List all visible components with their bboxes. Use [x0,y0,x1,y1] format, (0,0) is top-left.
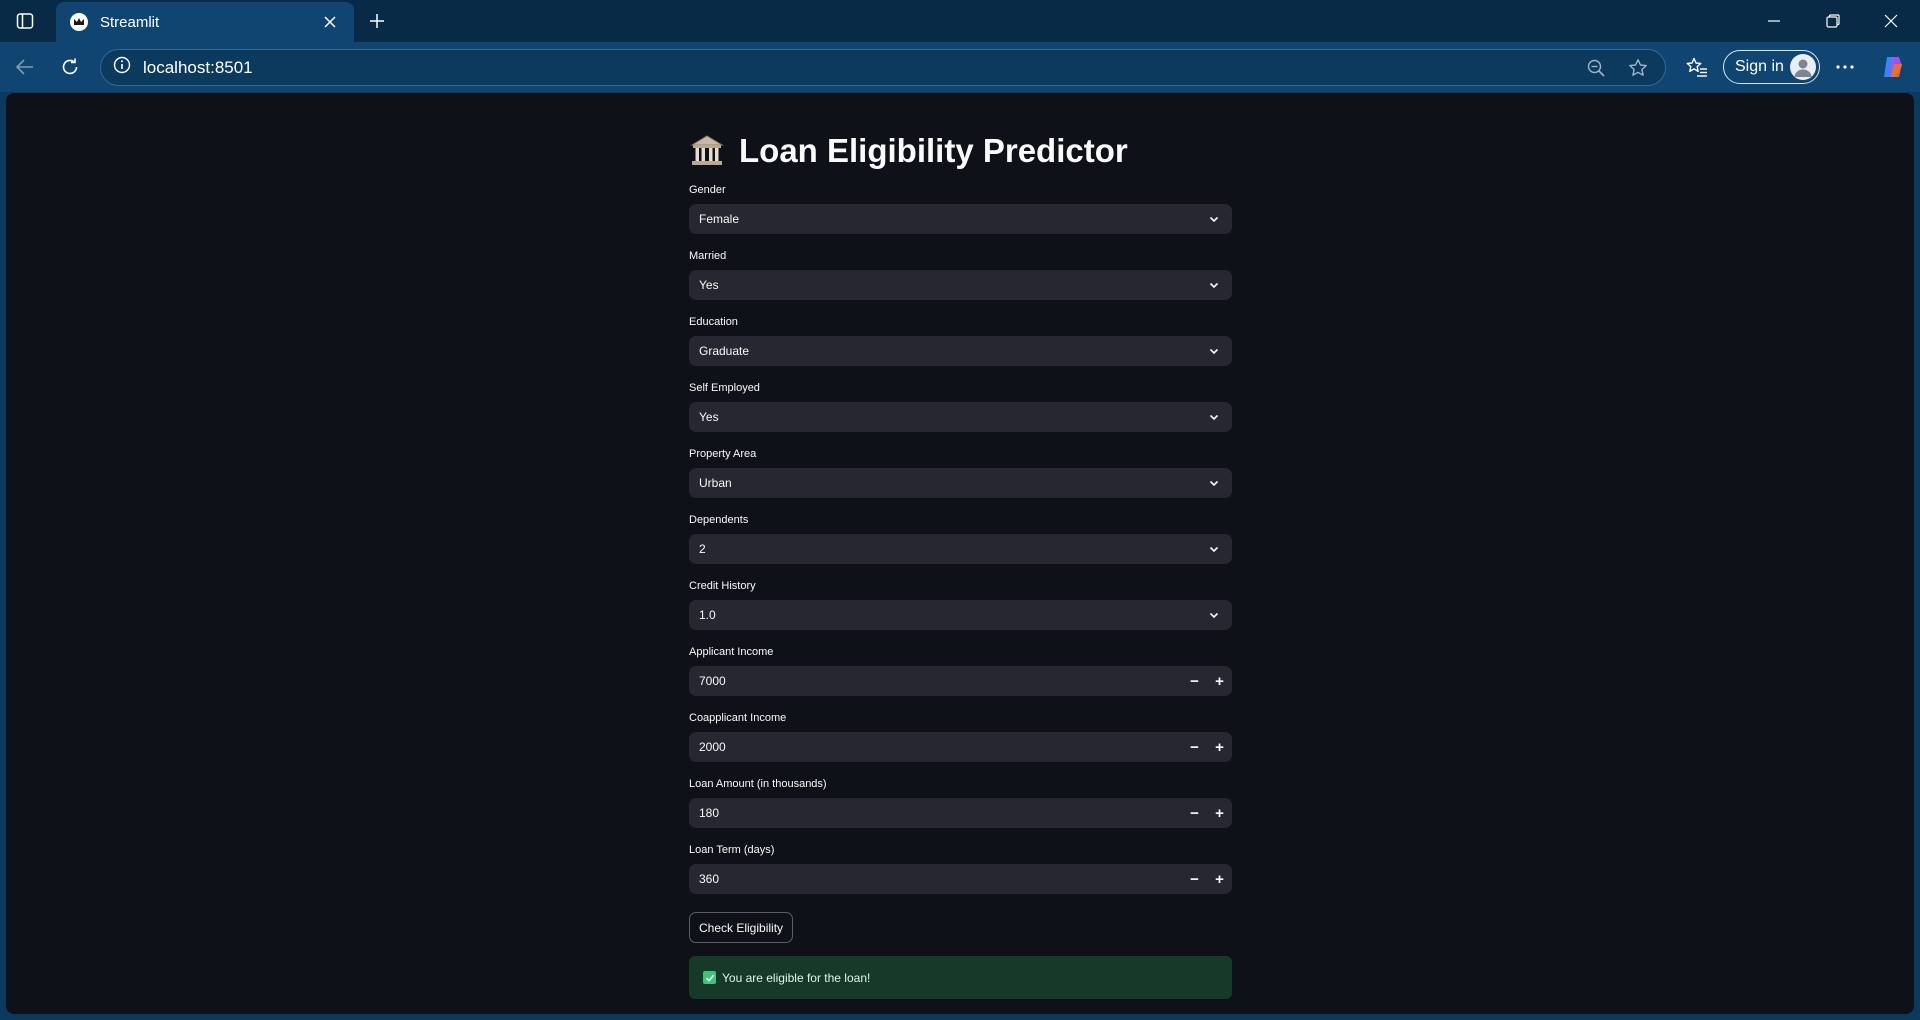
sign-in-button[interactable]: Sign in [1723,50,1820,84]
chevron-down-icon [1206,211,1222,227]
coapplicant-income-field: Coapplicant Income 2000 − + [689,711,1232,762]
decrement-button[interactable]: − [1182,666,1207,696]
property-area-select[interactable]: Urban [689,468,1232,498]
property-area-field: Property Area Urban [689,447,1232,498]
success-alert: You are eligible for the loan! [689,956,1232,999]
streamlit-crown-icon [70,13,88,31]
profile-icon [1790,54,1816,80]
chevron-down-icon [1206,541,1222,557]
applicant-income-field: Applicant Income 7000 − + [689,645,1232,696]
zoom-out-icon[interactable] [1581,53,1611,83]
sidebar-toggle-icon[interactable] [12,8,38,34]
address-bar[interactable]: localhost:8501 [100,49,1666,86]
restore-icon[interactable] [1813,6,1853,36]
self-employed-field: Self Employed Yes [689,381,1232,432]
tab-title: Streamlit [100,13,160,31]
education-label: Education [689,316,738,328]
loan-term-value[interactable]: 360 [689,872,1182,886]
decrement-button[interactable]: − [1182,864,1207,894]
sign-in-label: Sign in [1735,58,1784,75]
married-field: Married Yes [689,249,1232,300]
increment-button[interactable]: + [1207,666,1232,696]
education-value: Graduate [699,344,750,358]
married-label: Married [689,250,727,262]
property-area-label: Property Area [689,448,757,460]
dependents-label: Dependents [689,514,749,526]
credit-history-select[interactable]: 1.0 [689,600,1232,630]
loan-amount-label: Loan Amount (in thousands) [689,778,827,790]
coapplicant-income-input[interactable]: 2000 − + [689,732,1232,762]
increment-button[interactable]: + [1207,864,1232,894]
chevron-down-icon [1206,277,1222,293]
loan-amount-value[interactable]: 180 [689,806,1182,820]
credit-history-value: 1.0 [699,608,716,622]
applicant-income-input[interactable]: 7000 − + [689,666,1232,696]
check-box-icon [703,971,716,984]
page-title: Loan Eligibility Predictor [689,129,1232,173]
education-field: Education Graduate [689,315,1232,366]
applicant-income-label: Applicant Income [689,646,774,658]
success-message: You are eligible for the loan! [722,970,871,985]
main-block: Loan Eligibility Predictor Gender Female… [689,129,1232,999]
coapplicant-income-value[interactable]: 2000 [689,740,1182,754]
loan-amount-field: Loan Amount (in thousands) 180 − + [689,777,1232,828]
loan-term-field: Loan Term (days) 360 − + [689,843,1232,894]
credit-history-label: Credit History [689,580,756,592]
gender-select[interactable]: Female [689,204,1232,234]
url-text[interactable]: localhost:8501 [143,58,1569,78]
copilot-icon[interactable] [1878,52,1908,82]
favorites-icon[interactable] [1682,52,1712,82]
decrement-button[interactable]: − [1182,732,1207,762]
close-window-icon[interactable] [1871,6,1911,36]
info-icon[interactable] [113,56,131,79]
education-select[interactable]: Graduate [689,336,1232,366]
close-icon[interactable] [320,12,340,32]
self-employed-select[interactable]: Yes [689,402,1232,432]
page-title-text: Loan Eligibility Predictor [739,132,1128,169]
plus-icon[interactable] [364,8,390,34]
back-arrow-icon[interactable] [10,52,40,82]
page-viewport: Loan Eligibility Predictor Gender Female… [6,93,1914,1014]
gender-label: Gender [689,184,726,196]
self-employed-label: Self Employed [689,382,760,394]
gender-field: Gender Female [689,183,1232,234]
check-eligibility-button[interactable]: Check Eligibility [689,912,794,943]
loan-amount-input[interactable]: 180 − + [689,798,1232,828]
dependents-field: Dependents 2 [689,513,1232,564]
browser-toolbar: localhost:8501 Sign in [0,42,1920,92]
tab-strip: Streamlit [0,0,1920,42]
refresh-icon[interactable] [55,52,85,82]
browser-tab[interactable]: Streamlit [56,2,354,42]
chevron-down-icon [1206,409,1222,425]
dependents-value: 2 [699,542,706,556]
bank-building-icon [689,133,725,169]
loan-term-label: Loan Term (days) [689,844,775,856]
dependents-select[interactable]: 2 [689,534,1232,564]
self-employed-value: Yes [699,410,719,424]
chevron-down-icon [1206,607,1222,623]
chevron-down-icon [1206,343,1222,359]
decrement-button[interactable]: − [1182,798,1207,828]
married-value: Yes [699,278,719,292]
coapplicant-income-label: Coapplicant Income [689,712,787,724]
more-icon[interactable] [1830,52,1860,82]
increment-button[interactable]: + [1207,798,1232,828]
star-icon[interactable] [1623,53,1653,83]
credit-history-field: Credit History 1.0 [689,579,1232,630]
loan-term-input[interactable]: 360 − + [689,864,1232,894]
increment-button[interactable]: + [1207,732,1232,762]
minimize-icon[interactable] [1754,6,1794,36]
married-select[interactable]: Yes [689,270,1232,300]
applicant-income-value[interactable]: 7000 [689,674,1182,688]
property-area-value: Urban [699,476,732,490]
gender-value: Female [699,212,740,226]
chevron-down-icon [1206,475,1222,491]
